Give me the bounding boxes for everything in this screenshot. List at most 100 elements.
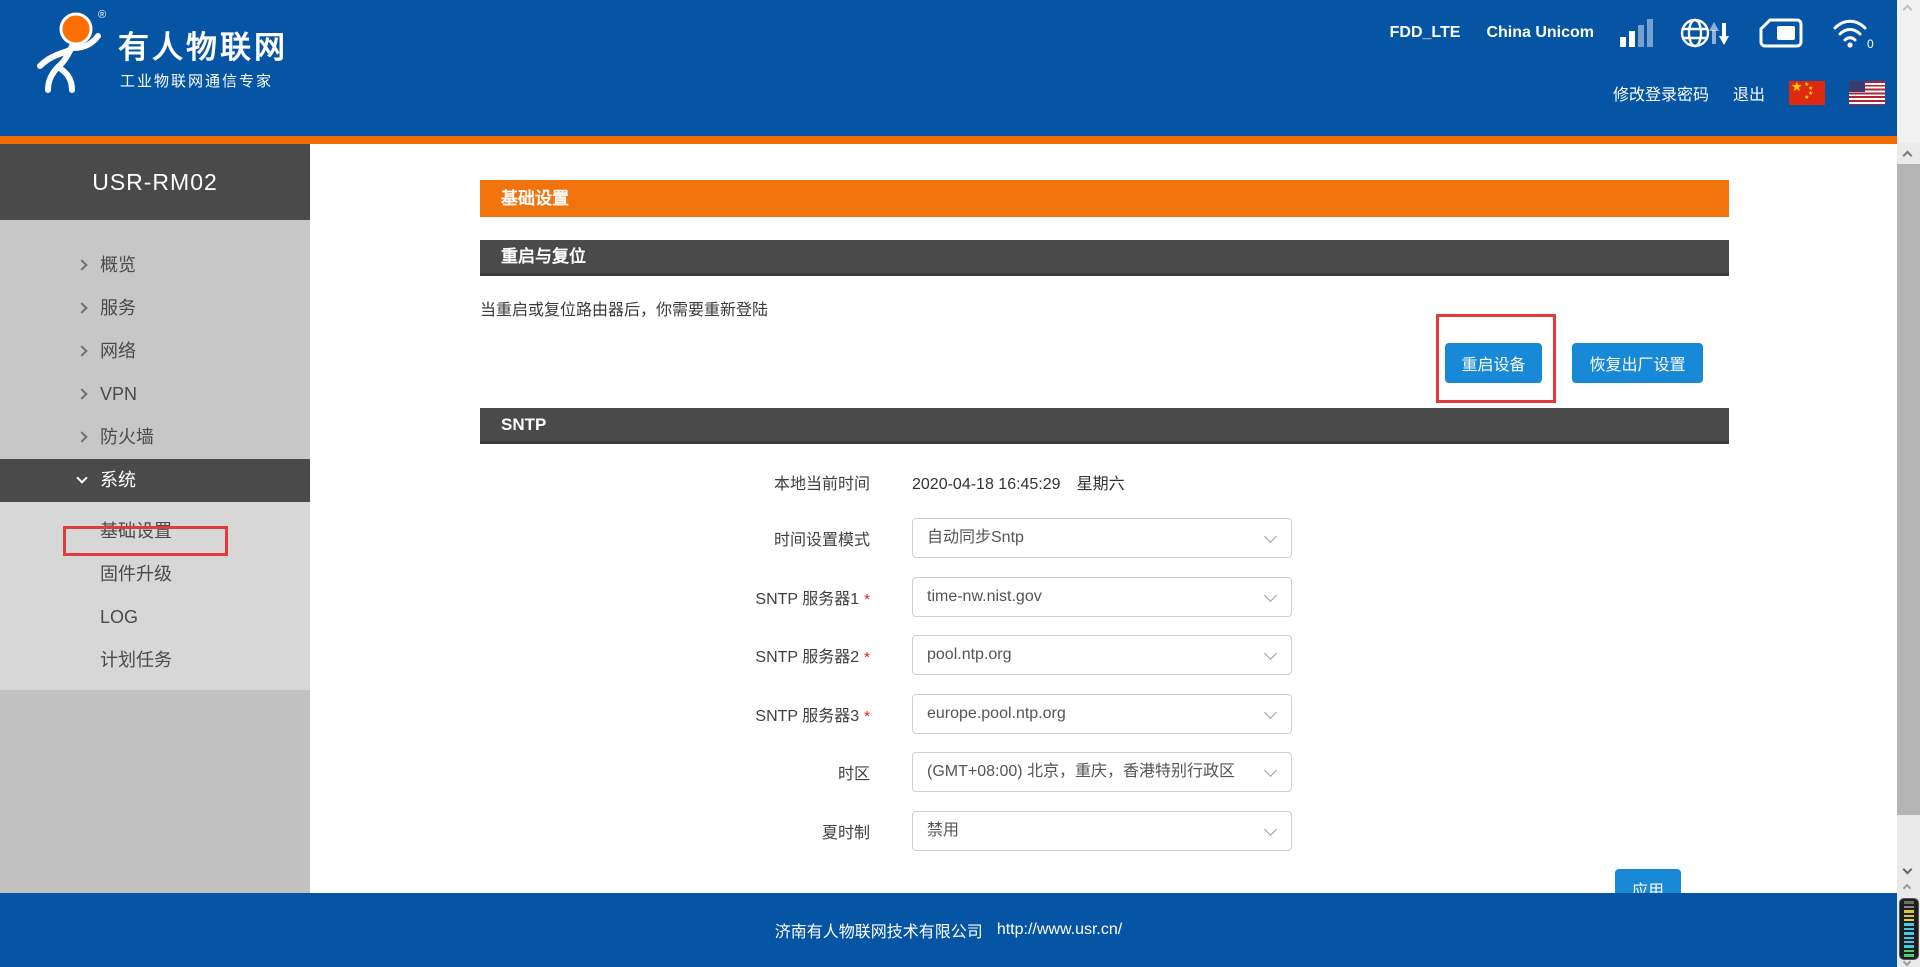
language-chinese-flag[interactable]: ★ ★ ★ ★ ★ bbox=[1789, 81, 1825, 105]
sidebar-item-label: 服务 bbox=[100, 298, 136, 318]
sntp-section-bar: SNTP bbox=[480, 408, 1729, 444]
language-english-flag[interactable] bbox=[1849, 81, 1885, 105]
sntp-server1-label: SNTP 服务器1 bbox=[755, 591, 859, 608]
page-title-bar: 基础设置 bbox=[480, 180, 1729, 217]
wifi-icon: 0 bbox=[1831, 16, 1875, 50]
factory-reset-button[interactable]: 恢复出厂设置 bbox=[1572, 343, 1703, 383]
sntp-server3-select[interactable]: europe.pool.ntp.org bbox=[912, 694, 1292, 734]
sidebar-item-firewall[interactable]: 防火墙 bbox=[0, 416, 310, 459]
scrollbar-thumb[interactable] bbox=[1897, 164, 1920, 815]
page: ® 有人物联网 工业物联网通信专家 FDD_LTE China Unicom bbox=[0, 0, 1920, 967]
timezone-label: 时区 bbox=[480, 760, 870, 784]
form-row-sntp-server1: SNTP 服务器1 * time-nw.nist.gov bbox=[480, 577, 1729, 617]
form-row-local-time: 本地当前时间 2020-04-18 16:45:29星期六 bbox=[480, 462, 1729, 502]
chevron-right-icon bbox=[76, 259, 87, 270]
time-mode-label: 时间设置模式 bbox=[480, 526, 870, 550]
chevron-down-icon bbox=[1264, 823, 1277, 836]
dst-label: 夏时制 bbox=[480, 819, 870, 843]
sidebar-item-vpn[interactable]: VPN bbox=[0, 373, 310, 416]
annotation-box-basic-settings bbox=[63, 526, 228, 556]
sim-card-icon bbox=[1757, 17, 1805, 49]
chevron-right-icon bbox=[76, 345, 87, 356]
chevron-up-icon bbox=[1903, 151, 1913, 161]
form-row-dst: 夏时制 禁用 bbox=[480, 811, 1729, 851]
sidebar-subitem-scheduled-tasks[interactable]: 计划任务 bbox=[0, 639, 310, 682]
sidebar-item-label: 概览 bbox=[100, 255, 136, 275]
sntp-server2-value: pool.ntp.org bbox=[927, 646, 1012, 663]
local-time-label: 本地当前时间 bbox=[480, 470, 870, 494]
sntp-server2-label: SNTP 服务器2 bbox=[755, 649, 859, 666]
sntp-server3-label: SNTP 服务器3 bbox=[755, 708, 859, 725]
scrollbar-up-button[interactable] bbox=[1897, 143, 1920, 164]
sidebar-item-label: 系统 bbox=[100, 470, 136, 490]
sidebar-item-services[interactable]: 服务 bbox=[0, 287, 310, 330]
chevron-down-icon bbox=[1264, 706, 1277, 719]
network-type-label: FDD_LTE bbox=[1390, 24, 1461, 42]
chevron-down-icon bbox=[1264, 647, 1277, 660]
header-links: 修改登录密码 退出 ★ ★ ★ ★ ★ bbox=[1613, 78, 1885, 108]
top-header: ® 有人物联网 工业物联网通信专家 FDD_LTE China Unicom bbox=[0, 0, 1897, 136]
sidebar-filler bbox=[0, 690, 310, 893]
sidebar-subitem-log[interactable]: LOG bbox=[0, 596, 310, 639]
sidebar-item-label: 网络 bbox=[100, 341, 136, 361]
chevron-right-icon bbox=[76, 302, 87, 313]
sidebar-subitem-firmware-upgrade[interactable]: 固件升级 bbox=[0, 553, 310, 596]
timezone-select[interactable]: (GMT+08:00) 北京，重庆，香港特别行政区 bbox=[912, 752, 1292, 792]
sntp-server2-select[interactable]: pool.ntp.org bbox=[912, 635, 1292, 675]
dst-value: 禁用 bbox=[927, 822, 959, 839]
sntp-server1-select[interactable]: time-nw.nist.gov bbox=[912, 577, 1292, 617]
dst-select[interactable]: 禁用 bbox=[912, 811, 1292, 851]
registered-mark: ® bbox=[98, 9, 106, 21]
brand-tagline: 工业物联网通信专家 bbox=[120, 70, 273, 91]
restart-section-bar: 重启与复位 bbox=[480, 240, 1729, 276]
required-mark: * bbox=[864, 649, 870, 666]
sidebar-item-system[interactable]: 系统 bbox=[0, 459, 310, 502]
form-row-sntp-server2: SNTP 服务器2 * pool.ntp.org bbox=[480, 635, 1729, 675]
wifi-count-badge: 0 bbox=[1867, 37, 1874, 50]
globe-traffic-icon bbox=[1679, 16, 1731, 50]
sidebar: USR-RM02 概览 服务 网络 VPN 防火墙 bbox=[0, 144, 310, 893]
brand-name: 有人物联网 bbox=[118, 22, 288, 67]
restart-note: 当重启或复位路由器后，你需要重新登陆 bbox=[480, 296, 768, 320]
logout-link[interactable]: 退出 bbox=[1733, 81, 1765, 105]
time-mode-select[interactable]: 自动同步Sntp bbox=[912, 518, 1292, 558]
chevron-down-icon bbox=[76, 472, 87, 483]
local-time-value: 2020-04-18 16:45:29星期六 bbox=[912, 470, 1125, 494]
weekday-value: 星期六 bbox=[1077, 476, 1125, 493]
required-mark: * bbox=[864, 591, 870, 608]
time-mode-value: 自动同步Sntp bbox=[927, 529, 1024, 546]
page-footer: 济南有人物联网技术有限公司 http://www.usr.cn/ bbox=[0, 893, 1897, 967]
level-meter-widget bbox=[1899, 898, 1919, 960]
header-accent-strip bbox=[0, 136, 1897, 144]
form-row-timezone: 时区 (GMT+08:00) 北京，重庆，香港特别行政区 bbox=[480, 752, 1729, 792]
chevron-right-icon bbox=[76, 431, 87, 442]
sntp-server1-value: time-nw.nist.gov bbox=[927, 588, 1042, 605]
sidebar-item-network[interactable]: 网络 bbox=[0, 330, 310, 373]
chevron-right-icon bbox=[76, 388, 87, 399]
sidebar-item-label: 防火墙 bbox=[100, 427, 154, 447]
restart-section-title: 重启与复位 bbox=[501, 247, 586, 266]
status-bar: FDD_LTE China Unicom bbox=[1390, 12, 1875, 54]
sntp-server3-value: europe.pool.ntp.org bbox=[927, 705, 1066, 722]
sidebar-item-overview[interactable]: 概览 bbox=[0, 244, 310, 287]
sidebar-menu: 概览 服务 网络 VPN 防火墙 系统 bbox=[0, 220, 310, 893]
annotation-box-restart-button bbox=[1436, 314, 1556, 403]
sntp-section-title: SNTP bbox=[501, 415, 546, 434]
sidebar-subitem-label: 计划任务 bbox=[100, 650, 172, 670]
chevron-down-icon bbox=[1264, 530, 1277, 543]
signal-strength-icon bbox=[1620, 19, 1653, 47]
device-model-title: USR-RM02 bbox=[0, 144, 310, 220]
timezone-value: (GMT+08:00) 北京，重庆，香港特别行政区 bbox=[927, 763, 1235, 780]
sidebar-item-label: VPN bbox=[100, 384, 137, 404]
sidebar-subitem-label: 固件升级 bbox=[100, 564, 172, 584]
chevron-down-icon bbox=[1264, 589, 1277, 602]
change-password-link[interactable]: 修改登录密码 bbox=[1613, 81, 1709, 105]
required-mark: * bbox=[864, 708, 870, 725]
company-url-link[interactable]: http://www.usr.cn/ bbox=[997, 921, 1122, 939]
carrier-label: China Unicom bbox=[1486, 24, 1594, 42]
page-title: 基础设置 bbox=[501, 189, 569, 208]
usr-mascot-logo-icon: ® bbox=[30, 6, 112, 98]
form-row-sntp-server3: SNTP 服务器3 * europe.pool.ntp.org bbox=[480, 694, 1729, 734]
sidebar-subitem-label: LOG bbox=[100, 607, 138, 627]
company-name: 济南有人物联网技术有限公司 bbox=[775, 918, 983, 942]
